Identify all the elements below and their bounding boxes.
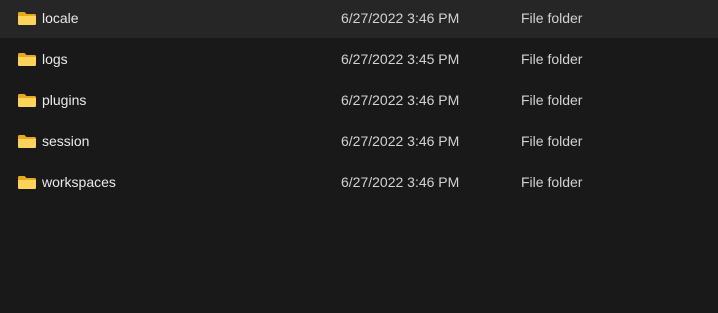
folder-icon [18, 12, 36, 25]
file-type: File folder [521, 51, 583, 67]
file-type: File folder [521, 174, 583, 190]
file-name: logs [42, 51, 68, 67]
file-date-modified: 6/27/2022 3:46 PM [341, 174, 460, 190]
file-type: File folder [521, 10, 583, 26]
file-type: File folder [521, 133, 583, 149]
file-name: plugins [42, 92, 87, 108]
file-row-plugins[interactable]: plugins 6/27/2022 3:46 PM File folder [0, 82, 718, 120]
folder-icon [18, 135, 36, 148]
file-row-session[interactable]: session 6/27/2022 3:46 PM File folder [0, 123, 718, 161]
file-date-modified: 6/27/2022 3:46 PM [341, 133, 460, 149]
file-name: locale [42, 10, 79, 26]
file-type: File folder [521, 92, 583, 108]
file-name: session [42, 133, 90, 149]
file-name: workspaces [42, 174, 116, 190]
folder-icon [18, 176, 36, 189]
file-date-modified: 6/27/2022 3:45 PM [341, 51, 460, 67]
file-row-locale[interactable]: locale 6/27/2022 3:46 PM File folder [0, 0, 718, 38]
folder-icon [18, 53, 36, 66]
file-row-workspaces[interactable]: workspaces 6/27/2022 3:46 PM File folder [0, 164, 718, 202]
file-list: locale 6/27/2022 3:46 PM File folder log… [0, 0, 718, 313]
file-date-modified: 6/27/2022 3:46 PM [341, 10, 460, 26]
file-row-logs[interactable]: logs 6/27/2022 3:45 PM File folder [0, 41, 718, 79]
folder-icon [18, 94, 36, 107]
file-date-modified: 6/27/2022 3:46 PM [341, 92, 460, 108]
